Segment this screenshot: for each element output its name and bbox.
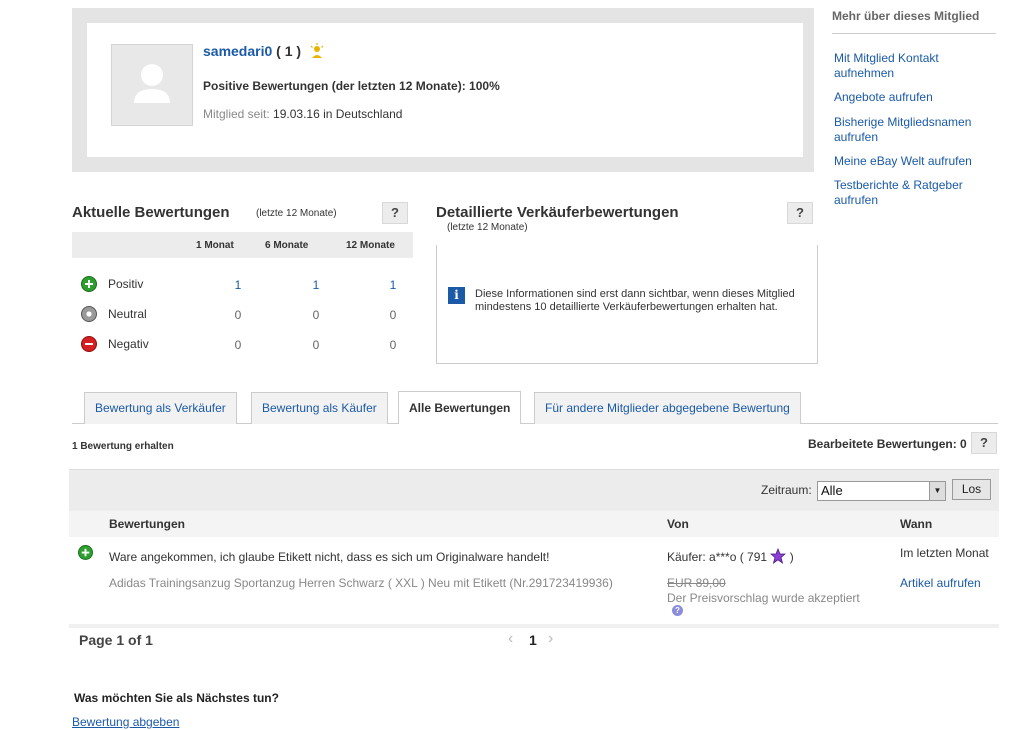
feedback-comment: Ware angekommen, ich glaube Etikett nich…	[109, 550, 550, 564]
edited-help-button[interactable]: ?	[971, 432, 997, 454]
detailed-ratings-title: Detaillierte Verkäuferbewertungen	[436, 204, 679, 221]
detailed-info-text: Diese Informationen sind erst dann sicht…	[475, 288, 795, 313]
col-1-month: 1 Monat	[196, 240, 234, 251]
feedback-score: ( 1 )	[276, 43, 302, 59]
negative-12-months: 0	[389, 338, 397, 352]
username-line: samedari0 ( 1 )	[203, 43, 325, 59]
chevron-right-icon[interactable]: ›	[548, 630, 553, 648]
positive-icon	[81, 276, 97, 292]
tab-seller-ratings[interactable]: Bewertung als Verkäufer	[84, 392, 237, 424]
detailed-ratings-subtitle: (letzte 12 Monate)	[447, 222, 528, 233]
header-ratings: Bewertungen	[109, 517, 186, 531]
sidebar-title: Mehr über dieses Mitglied	[832, 9, 980, 23]
page-number[interactable]: 1	[529, 632, 537, 648]
neutral-icon	[81, 306, 97, 322]
member-since: Mitglied seit: 19.03.16 in Deutschland	[203, 107, 402, 121]
detailed-help-button[interactable]: ?	[787, 202, 813, 224]
sidebar-divider	[832, 33, 996, 34]
view-item-link[interactable]: Artikel aufrufen	[900, 576, 981, 590]
recent-ratings-subtitle: (letzte 12 Monate)	[256, 208, 337, 219]
avatar	[111, 44, 193, 126]
neutral-6-months: 0	[312, 308, 320, 322]
offer-accepted: Der Preisvorschlag wurde akzeptiert	[667, 591, 860, 605]
positive-feedback-icon	[78, 545, 93, 560]
feedback-item: Adidas Trainingsanzug Sportanzug Herren …	[109, 576, 613, 590]
negative-6-months: 0	[312, 338, 320, 352]
sidebar-link-listings[interactable]: Angebote aufrufen	[834, 90, 1004, 105]
buyer-close: )	[789, 550, 794, 564]
tab-left-for-others[interactable]: Für andere Mitglieder abgegebene Bewertu…	[534, 392, 801, 424]
negative-1-month: 0	[234, 338, 242, 352]
tab-all-ratings[interactable]: Alle Bewertungen	[398, 391, 522, 424]
next-steps-title: Was möchten Sie als Nächstes tun?	[74, 691, 279, 705]
item-price: EUR 89,00	[667, 576, 726, 590]
leave-feedback-link[interactable]: Bewertung abgeben	[72, 715, 179, 729]
question-icon[interactable]: ?	[672, 605, 683, 616]
positive-1-month[interactable]: 1	[228, 278, 248, 292]
sidebar-link-contact[interactable]: Mit Mitglied Kontakt aufnehmen	[834, 51, 964, 81]
negative-icon	[81, 336, 97, 352]
info-icon: i	[448, 287, 465, 304]
edited-ratings: Bearbeitete Bewertungen: 0	[808, 437, 967, 451]
feedback-from: Käufer: a***o ( 791 )	[667, 547, 794, 564]
page-indicator: Page 1 of 1	[79, 632, 153, 648]
header-from: Von	[667, 517, 689, 531]
member-since-label: Mitglied seit:	[203, 107, 270, 121]
recent-ratings-title: Aktuelle Bewertungen	[72, 204, 230, 221]
chevron-down-icon[interactable]: ▼	[929, 482, 945, 500]
feedback-when: Im letzten Monat	[900, 546, 989, 560]
feedback-table-header	[69, 511, 999, 537]
tab-buyer-ratings[interactable]: Bewertung als Käufer	[251, 392, 388, 424]
sidebar-link-my-world[interactable]: Meine eBay Welt aufrufen	[834, 154, 1004, 169]
purple-star-icon	[770, 547, 787, 564]
col-6-months: 6 Monate	[265, 240, 309, 251]
recent-help-button[interactable]: ?	[382, 202, 408, 224]
positive-6-months[interactable]: 1	[306, 278, 326, 292]
positive-percentage: Positive Bewertungen (der letzten 12 Mon…	[203, 79, 500, 93]
negative-label: Negativ	[108, 337, 149, 351]
username-link[interactable]: samedari0	[203, 43, 272, 59]
ratings-count: 1 Bewertung erhalten	[72, 441, 174, 452]
go-button[interactable]: Los	[952, 479, 991, 500]
period-select[interactable]: Alle	[817, 481, 946, 501]
chevron-left-icon[interactable]: ‹	[508, 630, 513, 648]
member-since-value: 19.03.16 in Deutschland	[273, 107, 403, 121]
neutral-label: Neutral	[108, 307, 147, 321]
user-silhouette-icon	[134, 64, 170, 103]
header-when: Wann	[900, 517, 933, 531]
neutral-1-month: 0	[234, 308, 242, 322]
period-label: Zeitraum:	[761, 483, 812, 497]
row-divider	[69, 624, 999, 628]
col-12-months: 12 Monate	[346, 240, 395, 251]
buyer-name[interactable]: Käufer: a***o ( 791	[667, 550, 767, 564]
sidebar-link-previous-names[interactable]: Bisherige Mitgliedsnamen aufrufen	[834, 115, 994, 145]
neutral-12-months: 0	[389, 308, 397, 322]
new-member-icon	[310, 43, 324, 58]
positive-label: Positiv	[108, 277, 144, 291]
positive-12-months[interactable]: 1	[383, 278, 403, 292]
sidebar-link-reviews-guides[interactable]: Testberichte & Ratgeber aufrufen	[834, 178, 984, 208]
